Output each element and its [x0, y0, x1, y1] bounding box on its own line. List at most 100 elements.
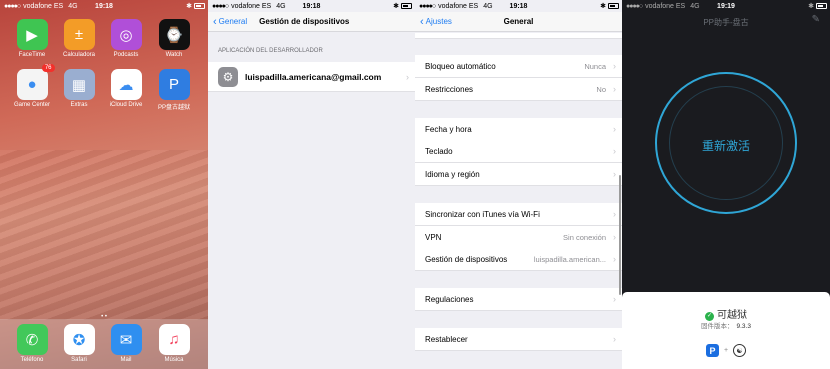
chevron-right-icon: ›	[613, 254, 616, 264]
app-7[interactable]: P PP盘古越狱	[154, 69, 194, 111]
calculator-icon: ±	[63, 19, 95, 50]
row-label: Teclado	[425, 146, 453, 156]
app-label: Teléfono	[20, 357, 44, 363]
app-0[interactable]: ▶ FaceTime	[12, 19, 52, 58]
chevron-right-icon: ›	[613, 84, 616, 94]
app-label: Extras	[70, 102, 88, 108]
settings-row[interactable]: Bloqueo automático Nunca ›	[415, 55, 622, 78]
clock-label: 19:18	[509, 2, 528, 10]
app-title: PP助手-盘古	[703, 18, 749, 27]
battery-icon	[401, 3, 412, 9]
bluetooth-icon: ✱	[600, 3, 606, 10]
settings-row[interactable]: Sincronizar con iTunes vía Wi-Fi ›	[415, 203, 622, 226]
app-label: Safari	[71, 357, 87, 363]
settings-row[interactable]: Restablecer ›	[415, 328, 622, 351]
status-bar: ●●●●○ vodafone ES 4G 19:19 ✱	[622, 0, 830, 12]
dock-app-1[interactable]: ✪ Safari	[59, 324, 99, 363]
row-value: Sin conexión	[563, 232, 606, 242]
chevron-right-icon: ›	[613, 146, 616, 156]
row-value: No	[596, 84, 606, 94]
app-2[interactable]: ◎ Podcasts	[106, 19, 146, 58]
row-label: Idioma y región	[425, 169, 480, 179]
row-label: Restricciones	[425, 84, 474, 94]
page-title: Gestión de dispositivos	[259, 17, 350, 26]
facetime-icon: ▶	[16, 19, 48, 50]
result-status: ✓ 可越狱	[622, 306, 830, 321]
chevron-right-icon: ›	[613, 209, 616, 219]
wallpaper-ripple	[0, 150, 208, 320]
pangu-logo-icon: ☯	[733, 344, 747, 357]
clock-label: 19:18	[95, 2, 113, 10]
general-settings-panel: ●●●●○ vodafone ES 4G 19:18 ✱ ‹ Ajustes G…	[415, 0, 622, 369]
icloud-drive-icon: ☁	[110, 69, 142, 100]
game-center-icon: ● 76	[16, 64, 55, 100]
app-label: Mail	[120, 357, 132, 363]
app-label: Watch	[165, 52, 183, 58]
back-button[interactable]: ‹ Ajustes	[420, 16, 452, 28]
settings-row[interactable]: Gestión de dispositivos luispadilla.ameri…	[415, 248, 622, 271]
chevron-right-icon: ›	[406, 71, 409, 82]
notification-badge: 76	[41, 64, 55, 72]
podcasts-icon: ◎	[110, 19, 142, 50]
app-3[interactable]: ⌚ Watch	[154, 19, 194, 58]
firmware-info: 固件版本： 9.3.3	[622, 320, 830, 330]
app-5[interactable]: ▦ Extras	[59, 69, 99, 108]
battery-icon	[608, 3, 619, 9]
bluetooth-icon: ✱	[808, 3, 814, 10]
row-value: luispadilla.american...	[533, 254, 606, 264]
dock: ✆ Teléfono ✪ Safari ✉ Mail ♫ Música	[0, 319, 208, 369]
row-label: Bloqueo automático	[425, 61, 496, 71]
pp-jailbreak-icon: P	[158, 69, 190, 100]
chevron-right-icon: ›	[613, 169, 616, 179]
settings-row[interactable]: Idioma y región ›	[415, 163, 622, 186]
account-label: luispadilla.americana@gmail.com	[245, 71, 382, 82]
status-bar: ●●●●○ vodafone ES 4G 19:18 ✱	[415, 0, 622, 12]
app-label: Podcasts	[113, 52, 139, 58]
row-label: Sincronizar con iTunes vía Wi-Fi	[425, 209, 540, 219]
app-label: Game Center	[13, 102, 50, 108]
status-bar: ●●●●○ vodafone ES 4G 19:18 ✱	[208, 0, 415, 12]
edit-icon[interactable]: ✎	[812, 14, 820, 25]
settings-row[interactable]: Restricciones No ›	[415, 78, 622, 101]
cut-off-row	[415, 33, 622, 39]
firmware-value: 9.3.3	[736, 323, 751, 330]
settings-row[interactable]: Regulaciones ›	[415, 288, 622, 311]
chevron-right-icon: ›	[613, 124, 616, 134]
chevron-right-icon: ›	[613, 232, 616, 242]
section-header: APLICACIÓN DEL DESARROLLADOR	[218, 48, 323, 54]
clock-label: 19:18	[302, 2, 321, 10]
watch-icon: ⌚	[158, 19, 190, 50]
settings-row[interactable]: VPN Sin conexión ›	[415, 226, 622, 249]
back-button[interactable]: ‹ General	[213, 16, 247, 28]
app-label: Música	[164, 357, 184, 363]
settings-row[interactable]: Teclado ›	[415, 140, 622, 163]
clock-label: 19:19	[717, 2, 735, 10]
status-bar: ●●●●○ vodafone ES 4G 19:18 ✱	[0, 0, 208, 12]
row-label: VPN	[425, 232, 442, 242]
chevron-left-icon: ‹	[213, 15, 217, 28]
app-1[interactable]: ± Calculadora	[59, 19, 99, 58]
row-label: Restablecer	[425, 334, 468, 344]
nav-bar: ‹ General Gestión de dispositivos	[208, 12, 415, 32]
reactivate-button[interactable]: 重新激活	[622, 137, 830, 154]
developer-account-row[interactable]: ⚙ luispadilla.americana@gmail.com ›	[208, 62, 415, 92]
chevron-right-icon: ›	[613, 294, 616, 304]
row-label: Regulaciones	[425, 294, 474, 304]
result-card: ✓ 可越狱 固件版本： 9.3.3 P + ☯	[622, 292, 830, 369]
app-label: Calculadora	[62, 52, 96, 58]
safari-icon: ✪	[63, 324, 95, 355]
bluetooth-icon: ✱	[393, 3, 399, 10]
battery-icon	[194, 3, 205, 9]
app-4[interactable]: ● 76 Game Center	[12, 64, 55, 108]
back-label: General	[218, 17, 248, 26]
dock-app-0[interactable]: ✆ Teléfono	[12, 324, 52, 363]
bluetooth-icon: ✱	[186, 3, 192, 10]
mail-icon: ✉	[110, 324, 142, 355]
pp-jailbreak-panel: ●●●●○ vodafone ES 4G 19:19 ✱ PP助手-盘古 ✎ 重…	[622, 0, 830, 369]
app-6[interactable]: ☁ iCloud Drive	[106, 69, 146, 108]
dock-app-2[interactable]: ✉ Mail	[106, 324, 146, 363]
scrollbar[interactable]	[619, 175, 621, 295]
dock-app-3[interactable]: ♫ Música	[154, 324, 194, 363]
settings-row[interactable]: Fecha y hora ›	[415, 118, 622, 141]
phone-icon: ✆	[16, 324, 48, 355]
